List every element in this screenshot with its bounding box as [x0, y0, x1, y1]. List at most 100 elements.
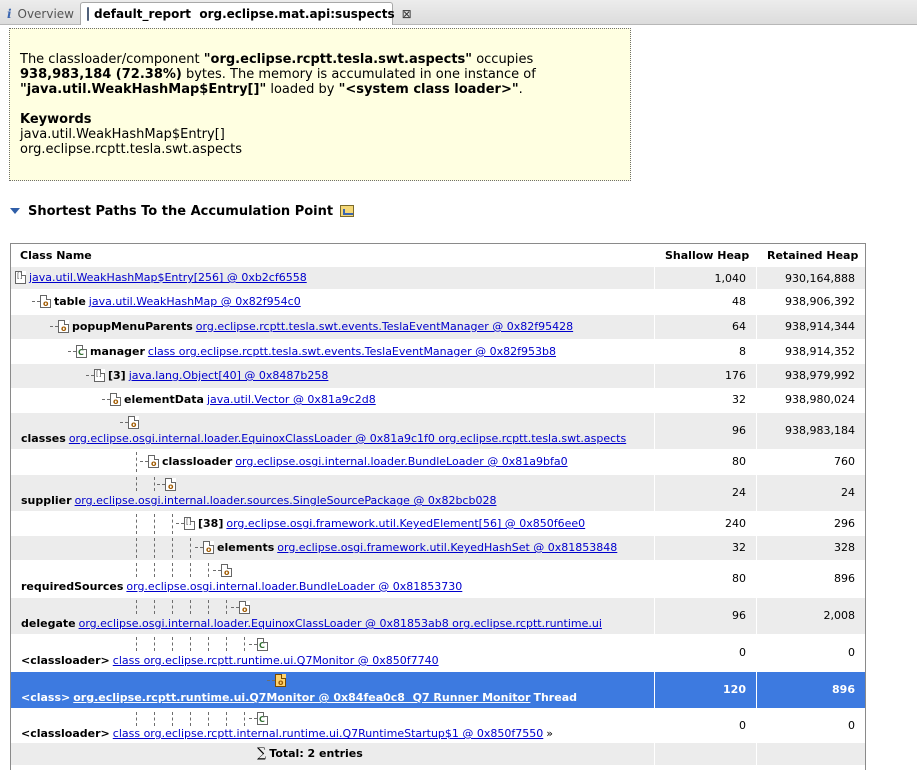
section-shortest-paths[interactable]: Shortest Paths To the Accumulation Point [10, 202, 355, 220]
cell-retained-heap: 930,164,888 [757, 267, 865, 289]
object-link[interactable]: java.lang.Object[40] @ 0x8487b258 [129, 369, 329, 382]
tree-guide-line [226, 712, 227, 726]
tree-guide-line [190, 637, 191, 651]
class-object-icon [76, 345, 87, 358]
summary-loader: "<system class loader>" [338, 82, 519, 97]
tree-guide-line [172, 600, 173, 614]
field-name: <class> [21, 691, 71, 704]
object-link[interactable]: org.eclipse.rcptt.tesla.swt.events.Tesla… [196, 320, 573, 333]
table-row[interactable]: supplierorg.eclipse.osgi.internal.loader… [11, 475, 865, 511]
cell-retained-heap: 938,906,392 [757, 290, 865, 314]
table-row[interactable]: <classloader>class org.eclipse.rcptt.int… [11, 710, 865, 742]
object-link[interactable]: java.util.WeakHashMap$Entry[256] @ 0xb2c… [29, 271, 307, 284]
tree-guide-line [226, 600, 227, 614]
close-icon[interactable]: ⊠ [402, 7, 412, 21]
retained-heap-value: 24 [841, 486, 855, 499]
retained-heap-value: 938,914,352 [785, 345, 855, 358]
tree-guide-line [190, 538, 191, 558]
cell-class-name: tablejava.util.WeakHashMap @ 0x82f954c0 [11, 290, 655, 314]
table-row[interactable]: java.util.WeakHashMap$Entry[256] @ 0xb2c… [11, 267, 865, 289]
object-link[interactable]: org.eclipse.osgi.internal.loader.sources… [75, 494, 497, 507]
instance-object-icon [203, 541, 214, 554]
tree-guide-line [136, 600, 137, 614]
table-row[interactable]: popupMenuParentsorg.eclipse.rcptt.tesla.… [11, 315, 865, 339]
table-row[interactable]: managerclass org.eclipse.rcptt.tesla.swt… [11, 340, 865, 364]
cell-shallow-heap: 176 [655, 364, 757, 388]
object-link[interactable]: org.eclipse.osgi.framework.util.KeyedHas… [277, 541, 617, 554]
object-link[interactable]: org.eclipse.osgi.internal.loader.Equinox… [79, 617, 602, 630]
tree-connector-line [102, 399, 110, 400]
table-row[interactable]: elementDatajava.util.Vector @ 0x81a9c2d8… [11, 388, 865, 412]
field-name: [3] [108, 369, 126, 382]
cell-retained-heap: 0 [757, 710, 865, 742]
object-link[interactable]: org.eclipse.osgi.internal.loader.BundleL… [126, 580, 462, 593]
cell-class-name: <classloader>class org.eclipse.rcptt.int… [11, 710, 655, 742]
table-row[interactable]: classesorg.eclipse.osgi.internal.loader.… [11, 413, 865, 449]
details-chart-icon[interactable] [340, 205, 355, 217]
tree-connector-line [120, 422, 128, 423]
object-link[interactable]: class org.eclipse.rcptt.runtime.ui.Q7Mon… [113, 654, 439, 667]
keywords-title: Keywords [20, 112, 92, 127]
row-label-line: java.util.WeakHashMap$Entry[256] @ 0xb2c… [15, 271, 310, 284]
class-object-icon [257, 638, 268, 651]
collapse-twisty-icon[interactable] [10, 208, 20, 214]
tab-suspects-label: default_report org.eclipse.mat.api:suspe… [94, 7, 395, 21]
table-row[interactable]: tablejava.util.WeakHashMap @ 0x82f954c0 4… [11, 290, 865, 314]
object-link[interactable]: org.eclipse.osgi.internal.loader.BundleL… [235, 455, 567, 468]
column-header-retained-heap[interactable]: Retained Heap [767, 249, 858, 262]
cell-shallow-heap: 64 [655, 315, 757, 339]
column-header-shallow-heap[interactable]: Shallow Heap [665, 249, 749, 262]
tree-guide-line [154, 563, 155, 577]
object-link[interactable]: org.eclipse.osgi.internal.loader.Equinox… [69, 432, 626, 445]
tab-overview[interactable]: i Overview [0, 2, 80, 25]
column-header-class-name[interactable]: Class Name [20, 249, 92, 262]
table-row[interactable]: requiredSourcesorg.eclipse.osgi.internal… [11, 561, 865, 597]
cell-shallow-heap: 24 [655, 475, 757, 511]
tree-guide-line [136, 538, 137, 558]
instance-object-icon [58, 320, 69, 333]
summary-text-3: bytes. The memory is accumulated in one … [181, 67, 536, 82]
shallow-heap-value: 80 [732, 572, 746, 585]
object-link[interactable]: java.util.Vector @ 0x81a9c2d8 [207, 393, 376, 406]
table-row[interactable]: elementsorg.eclipse.osgi.framework.util.… [11, 536, 865, 560]
table-row[interactable]: <classloader>class org.eclipse.rcptt.run… [11, 635, 865, 671]
table-header: Class Name Shallow Heap Retained Heap [11, 244, 865, 266]
object-link[interactable]: java.util.WeakHashMap @ 0x82f954c0 [89, 295, 301, 308]
cell-total-shallow [655, 743, 757, 765]
cell-class-name: classesorg.eclipse.osgi.internal.loader.… [11, 413, 655, 449]
table-row[interactable]: delegateorg.eclipse.osgi.internal.loader… [11, 598, 865, 634]
instance-object-icon [110, 393, 121, 406]
cell-shallow-heap: 120 [655, 672, 757, 708]
row-label-line: tablejava.util.WeakHashMap @ 0x82f954c0 [40, 295, 304, 308]
table-row[interactable]: [38]org.eclipse.osgi.framework.util.Keye… [11, 512, 865, 536]
retained-heap-value: 930,164,888 [785, 272, 855, 285]
cell-retained-heap: 938,983,184 [757, 413, 865, 449]
tree-guide-line [208, 637, 209, 651]
object-link[interactable]: org.eclipse.osgi.framework.util.KeyedEle… [226, 517, 585, 530]
object-link[interactable]: org.eclipse.rcptt.runtime.ui.Q7Monitor @… [73, 691, 530, 704]
shallow-heap-value: 64 [732, 320, 746, 333]
tree-connector-line [32, 301, 40, 302]
summary-component: "org.eclipse.rcptt.tesla.swt.aspects" [203, 52, 473, 67]
section-title: Shortest Paths To the Accumulation Point [28, 203, 334, 219]
tree-connector-line [213, 570, 221, 571]
table-row[interactable]: <class>org.eclipse.rcptt.runtime.ui.Q7Mo… [11, 672, 865, 708]
object-link[interactable]: class org.eclipse.rcptt.tesla.swt.events… [148, 345, 556, 358]
row-label-line: popupMenuParentsorg.eclipse.rcptt.tesla.… [58, 320, 576, 333]
cell-shallow-heap: 0 [655, 710, 757, 742]
shallow-heap-value: 240 [725, 517, 746, 530]
table-row[interactable]: [3]java.lang.Object[40] @ 0x8487b258 176 9… [11, 364, 865, 388]
tree-guide-line [208, 600, 209, 614]
table-row[interactable]: classloaderorg.eclipse.osgi.internal.loa… [11, 450, 865, 474]
tree-guide-line [190, 563, 191, 577]
row-label-line: elementDatajava.util.Vector @ 0x81a9c2d8 [110, 393, 379, 406]
summary-text-5: . [518, 82, 523, 97]
object-link[interactable]: class org.eclipse.rcptt.internal.runtime… [113, 727, 544, 740]
retained-heap-value: 328 [834, 541, 855, 554]
tab-suspects-report[interactable]: default_report org.eclipse.mat.api:suspe… [80, 2, 412, 25]
summary-instance: "java.util.WeakHashMap$Entry[]" [20, 82, 267, 97]
tree-connector-line [195, 547, 203, 548]
database-icon [87, 7, 89, 21]
shallow-heap-value: 1,040 [714, 272, 747, 285]
shallow-heap-value: 32 [732, 393, 746, 406]
